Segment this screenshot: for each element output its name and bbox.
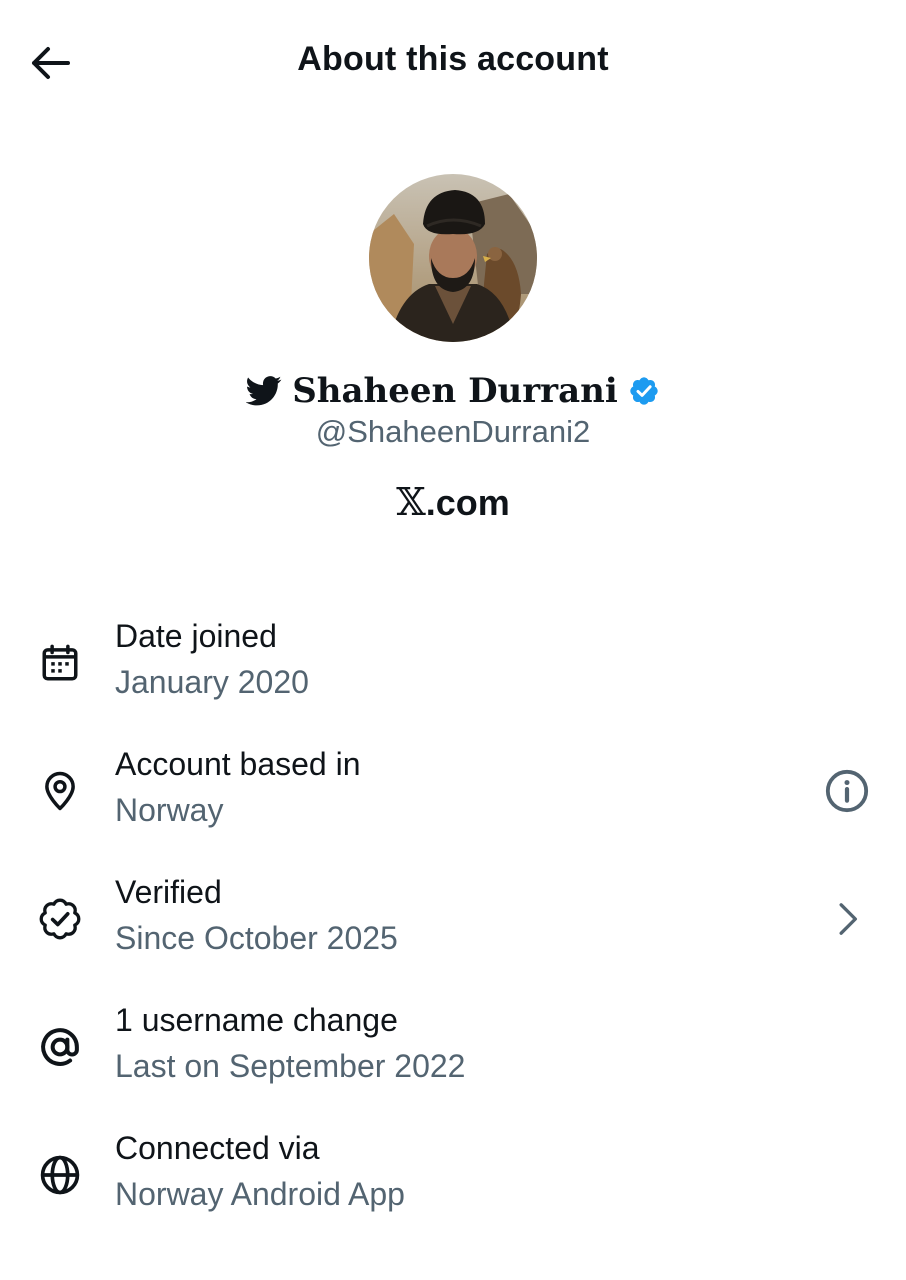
row-verified[interactable]: Verified Since October 2025 bbox=[0, 856, 906, 984]
row-subtitle: Norway Android App bbox=[115, 1176, 405, 1212]
row-subtitle: January 2020 bbox=[115, 664, 309, 700]
at-sign-icon bbox=[34, 1021, 86, 1073]
calendar-icon bbox=[34, 637, 86, 689]
chevron-right-icon bbox=[839, 903, 857, 935]
row-connected-via: Connected via Norway Android App bbox=[0, 1112, 906, 1240]
row-title: Date joined bbox=[115, 618, 277, 654]
row-title: Connected via bbox=[115, 1130, 320, 1166]
x-com-label: 𝕏.com bbox=[0, 480, 906, 524]
info-button[interactable] bbox=[822, 766, 872, 816]
username-handle[interactable]: @ShaheenDurrani2 bbox=[0, 414, 906, 450]
globe-icon bbox=[34, 1149, 86, 1201]
top-bar: About this account bbox=[0, 0, 906, 128]
twitter-bird-icon bbox=[246, 376, 282, 406]
row-title: 1 username change bbox=[115, 1002, 398, 1038]
row-subtitle: Norway bbox=[115, 792, 224, 828]
page-title: About this account bbox=[297, 40, 609, 78]
display-name: Shaheen Durrani bbox=[292, 371, 618, 411]
site-suffix: .com bbox=[425, 482, 510, 523]
row-subtitle: Last on September 2022 bbox=[115, 1048, 466, 1084]
about-account-page: About this account Shaheen Durrani @Shah… bbox=[0, 0, 906, 1280]
row-title: Account based in bbox=[115, 746, 361, 782]
name-row: Shaheen Durrani bbox=[0, 368, 906, 414]
avatar[interactable] bbox=[369, 174, 537, 342]
verified-badge-icon bbox=[630, 377, 658, 405]
verified-badge-outline-icon bbox=[34, 893, 86, 945]
row-account-based-in: Account based in Norway bbox=[0, 728, 906, 856]
row-date-joined: Date joined January 2020 bbox=[0, 600, 906, 728]
location-pin-icon bbox=[34, 765, 86, 817]
row-subtitle: Since October 2025 bbox=[115, 920, 398, 956]
row-title: Verified bbox=[115, 874, 222, 910]
x-logo-icon: 𝕏 bbox=[396, 480, 426, 524]
info-icon bbox=[825, 769, 869, 813]
profile-photo bbox=[369, 174, 537, 342]
verified-details-button[interactable] bbox=[822, 894, 872, 944]
account-info-list: Date joined January 2020 Account based i… bbox=[0, 600, 906, 1240]
row-username-change: 1 username change Last on September 2022 bbox=[0, 984, 906, 1112]
